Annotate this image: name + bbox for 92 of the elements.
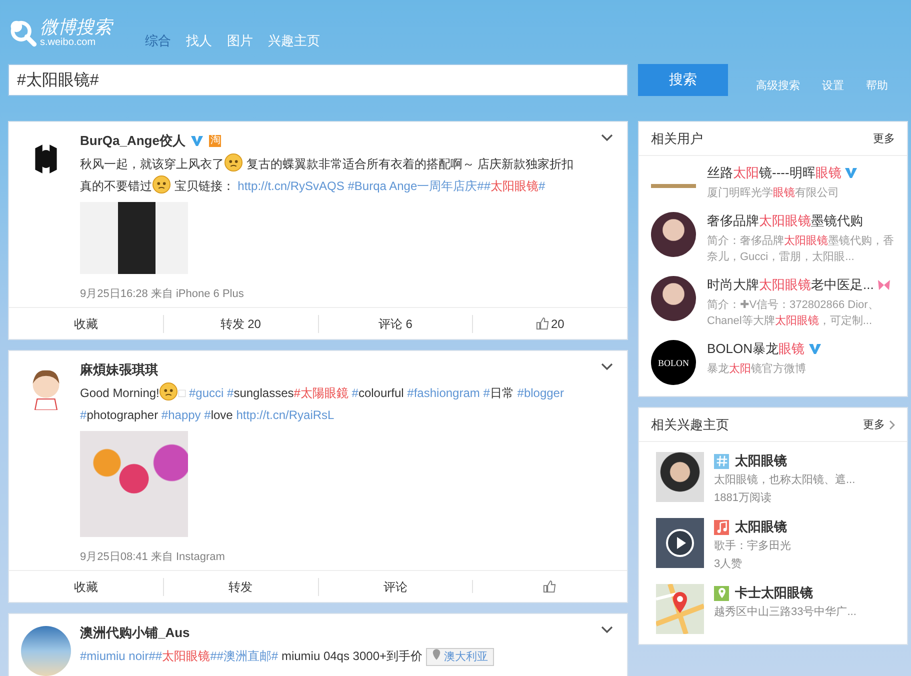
chevron-down-icon[interactable] (601, 363, 613, 371)
post-action[interactable]: 20 (472, 314, 627, 332)
panel-title: 相关用户 (651, 130, 703, 148)
music-note-icon (714, 520, 729, 534)
emoji-icon (159, 382, 178, 401)
link[interactable]: # (204, 408, 211, 422)
search-field[interactable]: #太阳眼镜# (8, 64, 628, 96)
link[interactable]: #miumiu noir# (80, 649, 156, 663)
chevron-down-icon[interactable] (601, 134, 613, 142)
author-name[interactable]: BurQa_Ange佼人 (80, 132, 186, 150)
verified-icon (190, 135, 204, 147)
nav-tab[interactable]: 兴趣主页 (268, 32, 320, 50)
link[interactable]: # (352, 386, 358, 400)
page-detail: 3人赞 (714, 557, 744, 572)
page-title[interactable]: 太阳眼镜 (735, 518, 787, 536)
hashtag-link[interactable]: 太阳眼镜 (490, 179, 538, 193)
link[interactable]: #fashiongram (407, 386, 480, 400)
page-detail: 歌手：宇多田光 (714, 538, 791, 554)
link[interactable]: # (155, 649, 162, 663)
emoji-icon (152, 175, 171, 194)
hashtag-link[interactable]: 太阳眼镜 (162, 649, 210, 663)
post-action[interactable]: 转发 (162, 578, 318, 596)
post-text: #miumiu noir##太阳眼镜##澳洲直邮# miumiu 04qs 3000+到手价 澳大利亚 (80, 645, 585, 667)
more-link[interactable]: 更多 (873, 131, 895, 146)
logo-title: 微博搜索 (40, 18, 112, 36)
emoji-icon (224, 153, 243, 172)
photo-placeholder[interactable] (656, 452, 704, 502)
nav-tab[interactable]: 图片 (227, 32, 253, 50)
link[interactable]: http://t.cn/RyaiRsL (236, 408, 334, 422)
link[interactable]: # (538, 179, 546, 193)
search-logo-icon (8, 18, 38, 48)
post-action[interactable]: 评论 6 (318, 314, 472, 332)
user-name[interactable]: 奢侈品牌太阳眼镜墨镜代购 (707, 212, 863, 230)
link[interactable]: http://t.cn/RySvAQS (238, 179, 344, 193)
location-tag[interactable]: 澳大利亚 (426, 648, 494, 666)
post-action[interactable]: 转发 20 (162, 314, 318, 332)
chevron-right-icon[interactable] (889, 420, 895, 430)
location-pin-icon (432, 649, 441, 660)
author-name[interactable]: 澳洲代购小铺_Aus (80, 624, 190, 642)
verified-icon (808, 343, 822, 355)
video-thumbnail[interactable] (656, 518, 704, 568)
post-text: 秋风一起，就该穿上风衣了 复古的蝶翼款非常适合所有衣着的搭配啊～ 店庆新款独家折扣真的不要错过 宝贝链接： http://t.cn/RySvAQS #Burqa Ange一周年店庆##太阳眼镜# (80, 153, 585, 197)
user-description: 暴龙太阳镜官方微博 (707, 362, 807, 377)
link[interactable]: # (210, 649, 217, 663)
link[interactable]: #澳洲直邮# (216, 649, 278, 663)
page-detail: 1881万阅读 (714, 491, 772, 506)
hashtag-link[interactable]: #太陽眼鏡 (294, 386, 348, 400)
header-link[interactable]: 高级搜索 (756, 78, 800, 92)
link[interactable]: # (80, 408, 87, 422)
link[interactable]: #happy (161, 408, 201, 422)
user-description: 简介：奢侈品牌太阳眼镜墨镜代购，香奈儿，Gucci，雷朋，太阳眼... (707, 234, 895, 265)
user-avatar[interactable]: BOLON (651, 340, 696, 385)
map-drawing[interactable] (656, 584, 704, 634)
link[interactable]: # (227, 386, 234, 400)
hash-icon (714, 454, 729, 468)
user-name[interactable]: 丝路太阳镜----明晖眼镜 (707, 164, 842, 182)
thumbs-up-icon (542, 580, 556, 593)
user-name[interactable]: BOLON暴龙眼镜 (707, 340, 805, 358)
link[interactable]: # (484, 179, 490, 193)
panel-title: 相关兴趣主页 (651, 416, 729, 434)
user-description: 厦门明晖光学眼镜有限公司 (707, 186, 840, 201)
post-action[interactable]: 评论 (318, 578, 472, 596)
post-action[interactable]: 收藏 (9, 578, 163, 596)
nav-tab[interactable]: 找人 (186, 32, 212, 50)
thumbs-up-icon (536, 317, 549, 330)
photo-placeholder[interactable] (80, 202, 188, 274)
nav-tab[interactable]: 综合 (145, 32, 171, 50)
header-link[interactable]: 帮助 (866, 78, 888, 92)
more-link[interactable]: 更多 (863, 417, 885, 432)
verified-icon (844, 167, 858, 179)
link[interactable]: #blogger (517, 386, 564, 400)
page-detail: 越秀区中山三路33号中华广... (714, 604, 856, 620)
link[interactable]: #gucci (188, 386, 224, 400)
header-link[interactable]: 设置 (822, 78, 844, 92)
shop-badge: 淘 (209, 135, 222, 147)
butterfly-icon (876, 279, 891, 291)
logo-subtitle: s.weibo.com (40, 38, 97, 48)
link[interactable]: #Burqa Ange一周年店庆# (348, 179, 484, 193)
page-title[interactable]: 卡士太阳眼镜 (735, 584, 813, 602)
search-button[interactable]: 搜索 (638, 64, 728, 96)
post-meta: 9月25日08:41 来自 Instagram (80, 550, 226, 564)
page-detail: 太阳眼镜，也称太阳镜、遮... (714, 472, 856, 488)
post-meta: 9月25日16:28 来自 iPhone 6 Plus (80, 287, 245, 301)
post-action[interactable]: 收藏 (9, 314, 163, 332)
user-name[interactable]: 时尚大牌太阳眼镜老中医足... (707, 276, 874, 294)
author-name[interactable]: 麻煩妹張琪琪 (80, 361, 158, 379)
post-text: Good Morning! □ #gucci #sunglasses#太陽眼鏡 #colourful #fashiongram #日常 #blogger #photographer #happy #love http://t.cn/RyaiRsL (80, 382, 585, 426)
page-title[interactable]: 太阳眼镜 (735, 452, 787, 470)
chevron-down-icon[interactable] (601, 626, 613, 634)
link[interactable]: # (483, 386, 490, 400)
location-pin-icon (714, 586, 729, 600)
user-description: 简介：✚V信号：372802866 Dior、Chanel等大牌太阳眼镜，可定制... (707, 298, 880, 329)
